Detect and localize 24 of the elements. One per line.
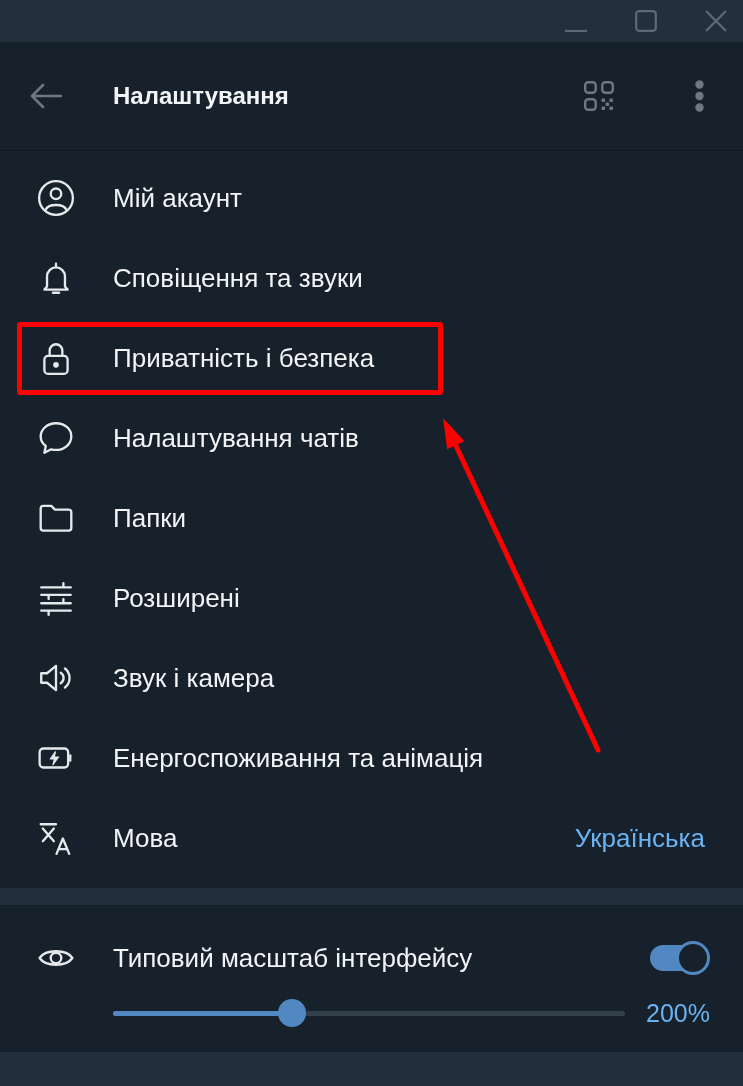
back-arrow-icon[interactable] <box>30 83 62 109</box>
scale-slider[interactable] <box>113 999 625 1027</box>
sliders-icon <box>37 579 75 617</box>
menu-item[interactable]: Енергоспоживання та анімація <box>0 718 743 798</box>
toggle-switch[interactable] <box>650 941 710 975</box>
header-title: Налаштування <box>113 82 289 110</box>
menu-item[interactable]: Приватність і безпека <box>0 318 743 398</box>
menu-item[interactable]: Мій акаунт <box>0 158 743 238</box>
maximize-icon[interactable] <box>635 10 657 32</box>
slider-thumb[interactable] <box>278 999 307 1027</box>
chat-bubble-icon <box>37 419 75 457</box>
menu-item[interactable]: Сповіщення та звуки <box>0 238 743 318</box>
scale-value: 200% <box>646 998 710 1028</box>
menu-item[interactable]: Звук і камера <box>0 638 743 718</box>
qr-code-icon[interactable] <box>584 81 614 111</box>
more-icon[interactable] <box>695 80 704 112</box>
close-icon[interactable] <box>705 10 727 32</box>
user-circle-icon <box>37 179 75 217</box>
menu-item[interactable]: Розширені <box>0 558 743 638</box>
menu-item[interactable]: Мова Українська <box>0 798 743 878</box>
menu-item[interactable]: Папки <box>0 478 743 558</box>
menu-item-value: Українська <box>574 822 705 854</box>
scale-label: Типовий масштаб інтерфейсу <box>113 942 473 974</box>
menu-item[interactable]: Налаштування чатів <box>0 398 743 478</box>
